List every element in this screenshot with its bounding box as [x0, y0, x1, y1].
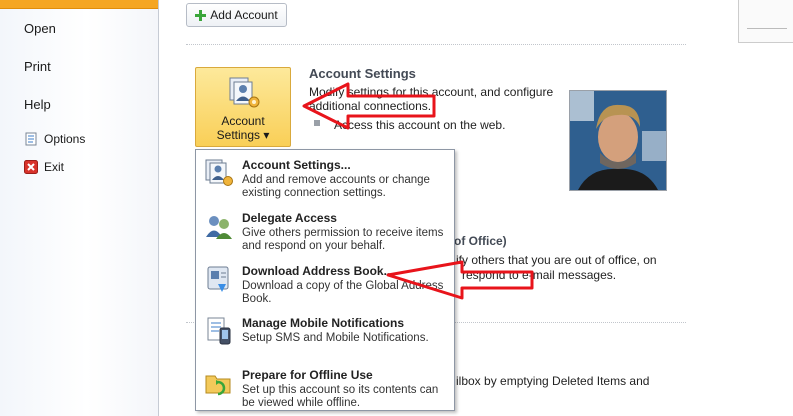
arrow-to-account-settings [302, 82, 436, 130]
annotation-arrows [302, 82, 534, 300]
arrow-to-download-address-book [386, 260, 534, 300]
